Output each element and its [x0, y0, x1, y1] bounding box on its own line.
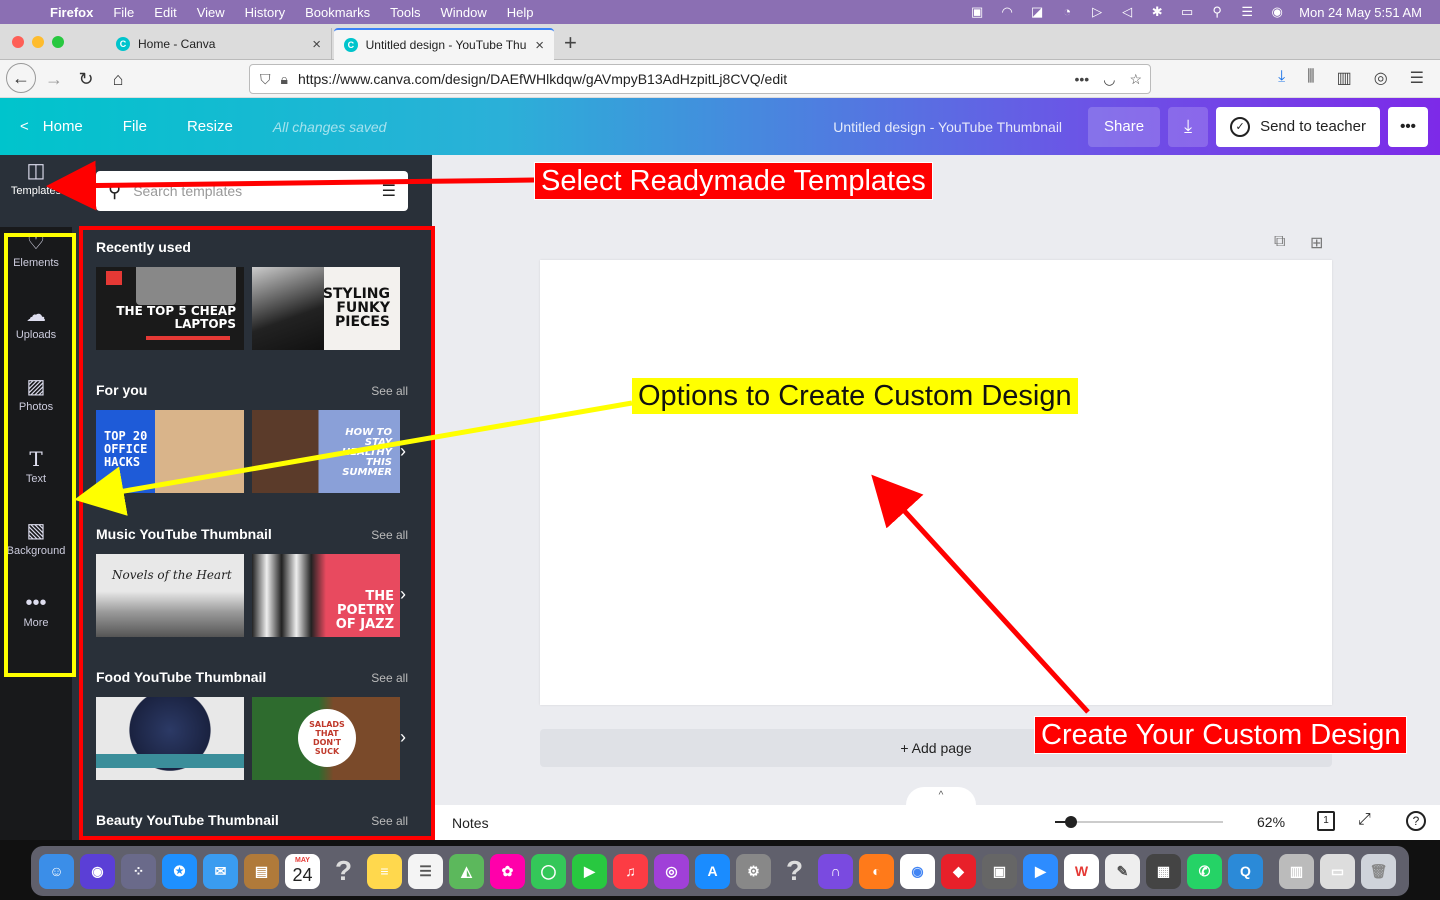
- reminders-icon[interactable]: ☰: [408, 853, 443, 889]
- contacts-icon[interactable]: ▤: [244, 853, 279, 889]
- safari-icon[interactable]: ✪: [162, 853, 197, 889]
- maps-icon[interactable]: ◭: [449, 853, 484, 889]
- anydesk-icon[interactable]: ◆: [941, 853, 976, 889]
- calendar-day: 24: [292, 865, 313, 885]
- arrow-to-templates: [46, 160, 535, 211]
- downloads-stack-icon[interactable]: ▥: [1279, 853, 1314, 889]
- zoom-app-icon[interactable]: ▶: [1023, 853, 1058, 889]
- screenshot-app-icon[interactable]: ▣: [982, 853, 1017, 889]
- photos-icon[interactable]: ✿: [490, 853, 525, 889]
- siri-icon[interactable]: ◉: [80, 853, 115, 889]
- system-preferences-icon[interactable]: ⚙: [736, 853, 771, 889]
- podcasts-icon[interactable]: ◎: [654, 853, 689, 889]
- launchpad-icon[interactable]: ⁘: [121, 853, 156, 889]
- trash-icon[interactable]: 🗑︎: [1361, 853, 1396, 889]
- annotation-custom-options: Options to Create Custom Design: [632, 378, 1078, 414]
- documents-stack-icon[interactable]: ▭: [1320, 853, 1355, 889]
- app-store-icon[interactable]: A: [695, 853, 730, 889]
- quicktime-icon[interactable]: Q: [1228, 853, 1263, 889]
- wps-office-icon[interactable]: W: [1064, 853, 1099, 889]
- mail-icon[interactable]: ✉: [203, 853, 238, 889]
- question-mark-icon[interactable]: ?: [777, 854, 812, 889]
- arrow-to-canvas: [871, 474, 1090, 714]
- facetime-icon[interactable]: ▶: [572, 853, 607, 889]
- question-mark-icon[interactable]: ?: [326, 854, 361, 889]
- textedit-icon[interactable]: ✎: [1105, 853, 1140, 889]
- mac-dock: ☺ ◉ ⁘ ✪ ✉ ▤ MAY 24 ? ≡ ☰ ◭ ✿ ◯ ▶ ♫ ◎ A ⚙…: [31, 846, 1409, 896]
- chrome-icon[interactable]: ◉: [900, 853, 935, 889]
- arrow-to-rail: [74, 400, 633, 516]
- whatsapp-icon[interactable]: ✆: [1187, 853, 1222, 889]
- headphones-app-icon[interactable]: ∩: [818, 853, 853, 889]
- notes-icon[interactable]: ≡: [367, 853, 402, 889]
- music-icon[interactable]: ♫: [613, 853, 648, 889]
- firefox-icon[interactable]: ◐: [859, 853, 894, 889]
- finder-icon[interactable]: ☺: [39, 853, 74, 889]
- calendar-month: MAY: [295, 857, 310, 864]
- annotation-create-design: Create Your Custom Design: [1034, 716, 1408, 754]
- annotation-select-templates: Select Readymade Templates: [534, 162, 933, 200]
- annotation-arrows: [46, 160, 1090, 714]
- calendar-icon[interactable]: MAY 24: [285, 853, 320, 889]
- messages-icon[interactable]: ◯: [531, 853, 566, 889]
- calculator-icon[interactable]: ▦: [1146, 853, 1181, 889]
